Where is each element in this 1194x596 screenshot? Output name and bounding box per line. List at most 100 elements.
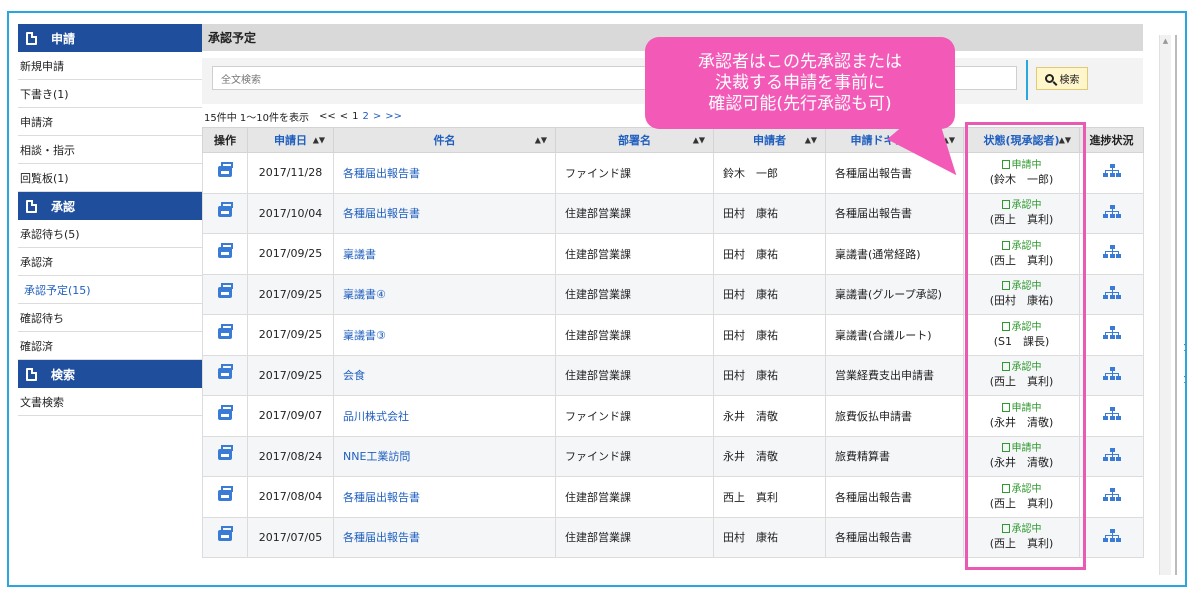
dept-cell: ファインド課: [555, 395, 714, 437]
sort-icon[interactable]: ▲▼: [805, 136, 817, 145]
sidebar-item-confirmed[interactable]: 確認済: [18, 332, 202, 360]
paging-page-2[interactable]: 2: [363, 111, 369, 122]
column-header-progress: 進捗状況: [1079, 127, 1144, 153]
subject-link[interactable]: 品川株式会社: [333, 395, 556, 437]
date-cell: 2017/10/04: [247, 192, 334, 234]
applicant-cell: 田村 康祐: [713, 192, 826, 234]
print-icon[interactable]: [218, 445, 233, 461]
sidebar-item-approved[interactable]: 承認済: [18, 248, 202, 276]
column-header-action: 操作: [202, 127, 248, 153]
applicant-cell: 田村 康祐: [713, 273, 826, 315]
sort-icon[interactable]: ▲▼: [313, 136, 325, 145]
action-cell: [202, 435, 248, 477]
dept-cell: ファインド課: [555, 435, 714, 477]
print-icon[interactable]: [218, 404, 233, 420]
action-cell: [202, 314, 248, 356]
sidebar-section-apply: 申請: [18, 24, 202, 52]
org-chart-icon[interactable]: [1102, 326, 1121, 340]
sidebar-item-scheduled-approval[interactable]: 承認予定(15): [18, 276, 202, 304]
print-icon[interactable]: [218, 242, 233, 258]
date-cell: 2017/08/24: [247, 435, 334, 477]
progress-cell: [1079, 314, 1144, 356]
progress-cell: [1079, 233, 1144, 275]
subject-link[interactable]: NNE工業訪問: [333, 435, 556, 477]
paging-first[interactable]: <<: [319, 111, 336, 122]
print-icon[interactable]: [218, 526, 233, 542]
sidebar-item-awaiting-approval[interactable]: 承認待ち(5): [18, 220, 202, 248]
applicant-cell: 田村 康祐: [713, 314, 826, 356]
subject-link[interactable]: 稟議書③: [333, 314, 556, 356]
dept-cell: 住建部営業課: [555, 233, 714, 275]
print-icon[interactable]: [218, 485, 233, 501]
org-chart-icon[interactable]: [1102, 488, 1121, 502]
print-icon[interactable]: [218, 323, 233, 339]
sort-icon[interactable]: ▲▼: [535, 136, 547, 145]
scrollbar[interactable]: ▲: [1159, 35, 1171, 575]
org-chart-icon[interactable]: [1102, 285, 1121, 300]
org-chart-icon[interactable]: [1102, 447, 1121, 462]
column-header-subject[interactable]: 件名 ▲▼: [333, 127, 556, 153]
progress-cell: [1079, 192, 1144, 234]
search-button[interactable]: 検索: [1036, 67, 1088, 90]
sidebar: 申請 新規申請 下書き(1) 申請済 相談・指示 回覧板(1) 承認 承認待ち(…: [18, 24, 202, 416]
sidebar-item-consultation[interactable]: 相談・指示: [18, 136, 202, 164]
sidebar-item-document-search[interactable]: 文書検索: [18, 388, 202, 416]
scroll-up-icon[interactable]: ▲: [1160, 37, 1171, 45]
subject-link[interactable]: 会食: [333, 354, 556, 396]
divider: [1175, 35, 1177, 575]
date-cell: 2017/09/25: [247, 273, 334, 315]
progress-cell: [1079, 273, 1144, 315]
subject-link[interactable]: 稟議書: [333, 233, 556, 275]
document-icon: [26, 31, 37, 45]
dept-cell: 住建部営業課: [555, 273, 714, 315]
column-header-applicant[interactable]: 申請者 ▲▼: [713, 127, 826, 153]
search-divider: [1026, 60, 1028, 100]
date-cell: 2017/07/05: [247, 516, 334, 558]
sidebar-section-search: 検索: [18, 360, 202, 388]
subject-link[interactable]: 稟議書④: [333, 273, 556, 315]
status-column-highlight: [965, 122, 1086, 570]
print-icon[interactable]: [218, 161, 233, 177]
column-header-dept[interactable]: 部署名 ▲▼: [555, 127, 714, 153]
sidebar-item-circular[interactable]: 回覧板(1): [18, 164, 202, 192]
action-cell: [202, 152, 248, 194]
sidebar-section-title: 検索: [51, 367, 76, 382]
document-cell: 各種届出報告書: [825, 516, 964, 558]
sidebar-item-drafts[interactable]: 下書き(1): [18, 80, 202, 108]
subject-link[interactable]: 各種届出報告書: [333, 192, 556, 234]
org-chart-icon[interactable]: [1102, 204, 1121, 219]
progress-cell: [1079, 516, 1144, 558]
sort-icon[interactable]: ▲▼: [693, 136, 705, 145]
org-chart-icon[interactable]: [1102, 528, 1121, 543]
action-cell: [202, 233, 248, 275]
callout-line: 確認可能(先行承認も可): [708, 93, 892, 114]
document-cell: 旅費精算書: [825, 435, 964, 477]
org-chart-icon[interactable]: [1102, 164, 1121, 178]
sidebar-item-applied[interactable]: 申請済: [18, 108, 202, 136]
org-chart-icon[interactable]: [1102, 407, 1121, 421]
paging-last[interactable]: >>: [385, 111, 402, 122]
print-icon[interactable]: [218, 283, 233, 299]
print-icon[interactable]: [218, 364, 233, 380]
dept-cell: 住建部営業課: [555, 476, 714, 518]
subject-link[interactable]: 各種届出報告書: [333, 152, 556, 194]
applicant-cell: 田村 康祐: [713, 516, 826, 558]
sidebar-section-title: 承認: [51, 199, 76, 214]
org-chart-icon[interactable]: [1102, 245, 1121, 259]
applicant-cell: 西上 真利: [713, 476, 826, 518]
edge-mark: 1: [1183, 343, 1185, 354]
date-cell: 2017/09/25: [247, 314, 334, 356]
subject-link[interactable]: 各種届出報告書: [333, 516, 556, 558]
paging-page-1[interactable]: 1: [352, 111, 358, 122]
column-header-date[interactable]: 申請日 ▲▼: [247, 127, 334, 153]
sidebar-item-awaiting-confirmation[interactable]: 確認待ち: [18, 304, 202, 332]
paging-prev[interactable]: <: [340, 111, 348, 122]
sidebar-item-new-application[interactable]: 新規申請: [18, 52, 202, 80]
paging-next[interactable]: >: [373, 111, 381, 122]
subject-link[interactable]: 各種届出報告書: [333, 476, 556, 518]
document-cell: 稟議書(グループ承認): [825, 273, 964, 315]
org-chart-icon[interactable]: [1102, 366, 1121, 381]
applicant-cell: 永井 清敬: [713, 395, 826, 437]
print-icon[interactable]: [218, 202, 233, 218]
date-cell: 2017/09/25: [247, 233, 334, 275]
